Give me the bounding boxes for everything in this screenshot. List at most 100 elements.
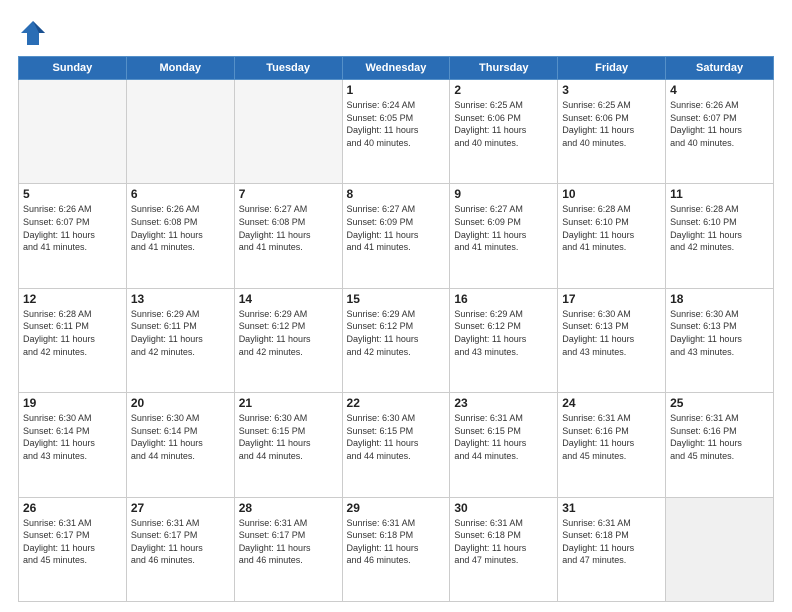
day-number: 2 (454, 83, 553, 97)
day-number: 1 (347, 83, 446, 97)
day-info: Sunrise: 6:26 AM Sunset: 6:07 PM Dayligh… (23, 203, 122, 253)
calendar-cell: 5 Sunrise: 6:26 AM Sunset: 6:07 PM Daylig… (19, 184, 127, 288)
day-info: Sunrise: 6:30 AM Sunset: 6:14 PM Dayligh… (23, 412, 122, 462)
calendar-cell: 4 Sunrise: 6:26 AM Sunset: 6:07 PM Daylig… (666, 80, 774, 184)
day-info: Sunrise: 6:25 AM Sunset: 6:06 PM Dayligh… (562, 99, 661, 149)
calendar-cell: 11Sunrise: 6:28 AM Sunset: 6:10 PM Dayli… (666, 184, 774, 288)
day-number: 15 (347, 292, 446, 306)
day-number: 23 (454, 396, 553, 410)
day-number: 19 (23, 396, 122, 410)
calendar-cell: 29 Sunrise: 6:31 AM Sunset: 6:18 PM Dayli… (342, 497, 450, 601)
day-info: Sunrise: 6:31 AM Sunset: 6:16 PM Dayligh… (670, 412, 769, 462)
day-number: 22 (347, 396, 446, 410)
logo (18, 18, 52, 48)
day-number: 12 (23, 292, 122, 306)
page: SundayMondayTuesdayWednesdayThursdayFrid… (0, 0, 792, 612)
day-info: Sunrise: 6:27 AM Sunset: 6:08 PM Dayligh… (239, 203, 338, 253)
day-info: Sunrise: 6:30 AM Sunset: 6:15 PM Dayligh… (239, 412, 338, 462)
calendar-cell: 3 Sunrise: 6:25 AM Sunset: 6:06 PM Daylig… (558, 80, 666, 184)
calendar-cell: 16 Sunrise: 6:29 AM Sunset: 6:12 PM Dayli… (450, 288, 558, 392)
day-info: Sunrise: 6:31 AM Sunset: 6:18 PM Dayligh… (454, 517, 553, 567)
calendar-cell: 13Sunrise: 6:29 AM Sunset: 6:11 PM Dayli… (126, 288, 234, 392)
header (18, 18, 774, 48)
day-number: 4 (670, 83, 769, 97)
week-row-2: 5 Sunrise: 6:26 AM Sunset: 6:07 PM Daylig… (19, 184, 774, 288)
day-number: 26 (23, 501, 122, 515)
calendar-cell: 15 Sunrise: 6:29 AM Sunset: 6:12 PM Dayli… (342, 288, 450, 392)
weekday-header-sunday: Sunday (19, 57, 127, 80)
day-number: 8 (347, 187, 446, 201)
day-number: 10 (562, 187, 661, 201)
day-number: 25 (670, 396, 769, 410)
day-number: 5 (23, 187, 122, 201)
calendar-cell: 2 Sunrise: 6:25 AM Sunset: 6:06 PM Daylig… (450, 80, 558, 184)
day-info: Sunrise: 6:28 AM Sunset: 6:11 PM Dayligh… (23, 308, 122, 358)
day-info: Sunrise: 6:31 AM Sunset: 6:16 PM Dayligh… (562, 412, 661, 462)
week-row-1: 1 Sunrise: 6:24 AM Sunset: 6:05 PM Daylig… (19, 80, 774, 184)
day-number: 31 (562, 501, 661, 515)
day-info: Sunrise: 6:28 AM Sunset: 6:10 PM Dayligh… (562, 203, 661, 253)
day-info: Sunrise: 6:31 AM Sunset: 6:17 PM Dayligh… (23, 517, 122, 567)
day-info: Sunrise: 6:30 AM Sunset: 6:14 PM Dayligh… (131, 412, 230, 462)
day-number: 30 (454, 501, 553, 515)
week-row-3: 12 Sunrise: 6:28 AM Sunset: 6:11 PM Dayli… (19, 288, 774, 392)
calendar-cell: 30 Sunrise: 6:31 AM Sunset: 6:18 PM Dayli… (450, 497, 558, 601)
day-info: Sunrise: 6:27 AM Sunset: 6:09 PM Dayligh… (454, 203, 553, 253)
day-info: Sunrise: 6:26 AM Sunset: 6:07 PM Dayligh… (670, 99, 769, 149)
day-info: Sunrise: 6:29 AM Sunset: 6:12 PM Dayligh… (347, 308, 446, 358)
day-number: 20 (131, 396, 230, 410)
calendar-cell: 23 Sunrise: 6:31 AM Sunset: 6:15 PM Dayli… (450, 393, 558, 497)
calendar-cell: 19 Sunrise: 6:30 AM Sunset: 6:14 PM Dayli… (19, 393, 127, 497)
calendar-cell: 22Sunrise: 6:30 AM Sunset: 6:15 PM Dayli… (342, 393, 450, 497)
calendar-cell (19, 80, 127, 184)
day-info: Sunrise: 6:29 AM Sunset: 6:12 PM Dayligh… (454, 308, 553, 358)
calendar-cell: 1 Sunrise: 6:24 AM Sunset: 6:05 PM Daylig… (342, 80, 450, 184)
day-number: 6 (131, 187, 230, 201)
day-info: Sunrise: 6:31 AM Sunset: 6:18 PM Dayligh… (347, 517, 446, 567)
calendar-cell: 31 Sunrise: 6:31 AM Sunset: 6:18 PM Dayli… (558, 497, 666, 601)
day-number: 16 (454, 292, 553, 306)
day-info: Sunrise: 6:31 AM Sunset: 6:18 PM Dayligh… (562, 517, 661, 567)
day-number: 28 (239, 501, 338, 515)
day-info: Sunrise: 6:31 AM Sunset: 6:15 PM Dayligh… (454, 412, 553, 462)
day-number: 11 (670, 187, 769, 201)
weekday-header-wednesday: Wednesday (342, 57, 450, 80)
day-number: 24 (562, 396, 661, 410)
calendar-cell: 17Sunrise: 6:30 AM Sunset: 6:13 PM Dayli… (558, 288, 666, 392)
day-info: Sunrise: 6:30 AM Sunset: 6:13 PM Dayligh… (670, 308, 769, 358)
calendar-cell: 21 Sunrise: 6:30 AM Sunset: 6:15 PM Dayli… (234, 393, 342, 497)
day-number: 18 (670, 292, 769, 306)
calendar-table: SundayMondayTuesdayWednesdayThursdayFrid… (18, 56, 774, 602)
day-number: 29 (347, 501, 446, 515)
day-info: Sunrise: 6:24 AM Sunset: 6:05 PM Dayligh… (347, 99, 446, 149)
weekday-header-friday: Friday (558, 57, 666, 80)
calendar-cell: 6 Sunrise: 6:26 AM Sunset: 6:08 PM Daylig… (126, 184, 234, 288)
weekday-header-thursday: Thursday (450, 57, 558, 80)
calendar-cell (126, 80, 234, 184)
weekday-header-monday: Monday (126, 57, 234, 80)
week-row-4: 19 Sunrise: 6:30 AM Sunset: 6:14 PM Dayli… (19, 393, 774, 497)
calendar-cell: 20 Sunrise: 6:30 AM Sunset: 6:14 PM Dayli… (126, 393, 234, 497)
day-info: Sunrise: 6:25 AM Sunset: 6:06 PM Dayligh… (454, 99, 553, 149)
week-row-5: 26 Sunrise: 6:31 AM Sunset: 6:17 PM Dayli… (19, 497, 774, 601)
day-number: 3 (562, 83, 661, 97)
calendar-cell: 12 Sunrise: 6:28 AM Sunset: 6:11 PM Dayli… (19, 288, 127, 392)
day-number: 14 (239, 292, 338, 306)
day-info: Sunrise: 6:29 AM Sunset: 6:12 PM Dayligh… (239, 308, 338, 358)
calendar-cell: 18 Sunrise: 6:30 AM Sunset: 6:13 PM Dayli… (666, 288, 774, 392)
calendar-cell: 7 Sunrise: 6:27 AM Sunset: 6:08 PM Daylig… (234, 184, 342, 288)
weekday-header-row: SundayMondayTuesdayWednesdayThursdayFrid… (19, 57, 774, 80)
calendar-cell (666, 497, 774, 601)
calendar-cell: 14 Sunrise: 6:29 AM Sunset: 6:12 PM Dayli… (234, 288, 342, 392)
day-number: 21 (239, 396, 338, 410)
day-info: Sunrise: 6:27 AM Sunset: 6:09 PM Dayligh… (347, 203, 446, 253)
day-number: 27 (131, 501, 230, 515)
weekday-header-tuesday: Tuesday (234, 57, 342, 80)
day-info: Sunrise: 6:29 AM Sunset: 6:11 PM Dayligh… (131, 308, 230, 358)
day-info: Sunrise: 6:30 AM Sunset: 6:13 PM Dayligh… (562, 308, 661, 358)
calendar-cell: 26 Sunrise: 6:31 AM Sunset: 6:17 PM Dayli… (19, 497, 127, 601)
day-number: 9 (454, 187, 553, 201)
day-number: 7 (239, 187, 338, 201)
day-info: Sunrise: 6:26 AM Sunset: 6:08 PM Dayligh… (131, 203, 230, 253)
calendar-cell: 8 Sunrise: 6:27 AM Sunset: 6:09 PM Daylig… (342, 184, 450, 288)
